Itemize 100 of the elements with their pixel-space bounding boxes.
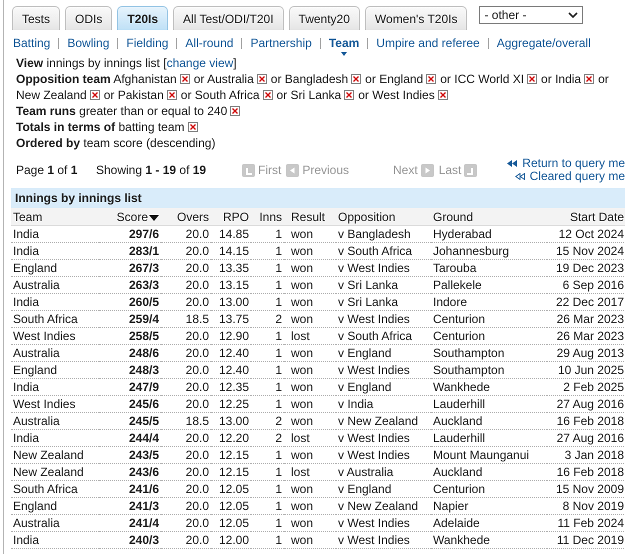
table-cell: v New Zealand bbox=[336, 412, 431, 430]
category-link[interactable]: Bowling bbox=[67, 36, 110, 50]
query-link[interactable]: Cleared query me bbox=[514, 170, 625, 183]
table-cell: Pallekele bbox=[431, 276, 547, 294]
category-link[interactable]: Aggregate/overall bbox=[496, 36, 591, 50]
column-header[interactable]: Score bbox=[99, 208, 161, 226]
table-cell: v West Indies bbox=[336, 514, 431, 532]
remove-icon[interactable] bbox=[256, 74, 267, 84]
category-link[interactable]: Umpire and referee bbox=[376, 36, 480, 50]
table-cell: 13.35 bbox=[211, 260, 251, 276]
category-link[interactable]: Partnership bbox=[250, 36, 312, 50]
or-text: or bbox=[440, 72, 451, 86]
tab[interactable]: All Test/ODI/T20I bbox=[173, 6, 284, 30]
remove-icon[interactable] bbox=[584, 74, 594, 84]
remove-icon[interactable] bbox=[262, 90, 272, 100]
column-header[interactable]: Start Date bbox=[547, 208, 625, 226]
remove-icon[interactable] bbox=[426, 74, 436, 84]
chevron-icon bbox=[568, 12, 578, 18]
remove-icon[interactable] bbox=[438, 90, 448, 100]
category-link[interactable]: Batting bbox=[13, 36, 50, 50]
table-cell: 1 bbox=[251, 242, 284, 260]
table-cell: 1 bbox=[251, 226, 284, 242]
table-cell: v South Africa bbox=[336, 328, 431, 344]
table-cell: 13.00 bbox=[211, 294, 251, 310]
remove-icon[interactable] bbox=[527, 74, 538, 84]
table-cell: 20.0 bbox=[161, 430, 211, 446]
criterion-value: India bbox=[555, 72, 582, 86]
table-cell: 20.0 bbox=[161, 532, 211, 548]
table-cell: 1 bbox=[251, 276, 284, 294]
table-cell: India bbox=[11, 378, 99, 396]
or-text: or bbox=[194, 72, 204, 86]
table-cell: v England bbox=[336, 344, 431, 362]
change-view-link[interactable]: change view bbox=[166, 56, 234, 70]
table-cell: 1 bbox=[251, 260, 284, 276]
remove-icon[interactable] bbox=[166, 90, 177, 100]
category-link[interactable]: Team bbox=[328, 36, 360, 50]
column-header[interactable]: Overs bbox=[161, 208, 211, 226]
category-link[interactable]: Fielding bbox=[126, 36, 168, 50]
column-header[interactable]: Result bbox=[284, 208, 336, 226]
table-cell: 20.0 bbox=[161, 446, 211, 464]
criterion-label: Opposition team bbox=[16, 72, 111, 86]
table-cell: 1 bbox=[251, 344, 284, 362]
table-cell: won bbox=[284, 412, 336, 430]
table-cell: 12.40 bbox=[211, 344, 251, 362]
column-header[interactable]: Inns bbox=[251, 208, 284, 226]
table-cell: 19 Dec 2023 bbox=[547, 260, 625, 276]
table-cell: 240/3 bbox=[99, 532, 161, 548]
criterion-value: New Zealand bbox=[16, 88, 87, 102]
table-cell: 8 Nov 2019 bbox=[547, 498, 625, 514]
table-cell: won bbox=[284, 498, 336, 514]
table-cell: 243/6 bbox=[99, 464, 161, 480]
table-title: Innings by innings list bbox=[11, 188, 625, 208]
table-cell: Australia bbox=[11, 344, 99, 362]
table-cell: v England bbox=[336, 480, 431, 498]
remove-icon[interactable] bbox=[180, 74, 190, 84]
table-cell: v Sri Lanka bbox=[336, 276, 431, 294]
remove-icon[interactable] bbox=[188, 122, 198, 132]
column-header[interactable]: RPO bbox=[211, 208, 251, 226]
table-cell: won bbox=[284, 226, 336, 242]
tab[interactable]: ODIs bbox=[65, 6, 112, 30]
table-cell: 13.00 bbox=[211, 412, 251, 430]
table-cell: New Zealand bbox=[11, 446, 99, 464]
category-link[interactable]: All-round bbox=[185, 36, 234, 50]
table-cell: 11 Dec 2019 bbox=[547, 532, 625, 548]
table-cell: 2 bbox=[251, 412, 284, 430]
other-dropdown[interactable]: - other - bbox=[479, 6, 584, 24]
table-cell: 18.5 bbox=[161, 412, 211, 430]
column-header[interactable]: Opposition bbox=[336, 208, 431, 226]
table-cell: won bbox=[284, 378, 336, 396]
table-cell: won bbox=[284, 362, 336, 378]
table-cell: 12.35 bbox=[211, 378, 251, 396]
table-cell: Centurion bbox=[431, 328, 547, 344]
table-cell: 1 bbox=[251, 532, 284, 548]
table-cell: 1 bbox=[251, 480, 284, 498]
criterion-value: England bbox=[379, 72, 424, 86]
table-cell: 12.15 bbox=[211, 446, 251, 464]
table-cell: Australia bbox=[11, 276, 99, 294]
criterion-value: Australia bbox=[207, 72, 254, 86]
query-link[interactable]: Return to query me bbox=[507, 157, 625, 170]
tab[interactable]: Tests bbox=[12, 6, 60, 30]
table-cell: Napier bbox=[431, 498, 547, 514]
table-cell: 241/4 bbox=[99, 514, 161, 532]
table-cell: 20.0 bbox=[161, 480, 211, 498]
rewind-icon bbox=[507, 160, 518, 167]
column-header[interactable]: Ground bbox=[431, 208, 547, 226]
remove-icon[interactable] bbox=[351, 74, 362, 84]
table-cell: 3 Jan 2018 bbox=[547, 446, 625, 464]
remove-icon[interactable] bbox=[230, 106, 240, 116]
tab[interactable]: Twenty20 bbox=[288, 6, 360, 30]
table-cell: v West Indies bbox=[336, 532, 431, 548]
table-cell: 1 bbox=[251, 378, 284, 396]
tab[interactable]: Women's T20Is bbox=[364, 6, 468, 30]
remove-icon[interactable] bbox=[90, 90, 100, 100]
tab[interactable]: T20Is bbox=[117, 6, 168, 30]
table-cell: Johannesburg bbox=[431, 242, 547, 260]
column-header[interactable]: Team bbox=[11, 208, 99, 226]
table-cell: New Zealand bbox=[11, 464, 99, 480]
table-cell: 11 Feb 2024 bbox=[547, 514, 625, 532]
table-cell: v West Indies bbox=[336, 260, 431, 276]
remove-icon[interactable] bbox=[344, 90, 354, 100]
